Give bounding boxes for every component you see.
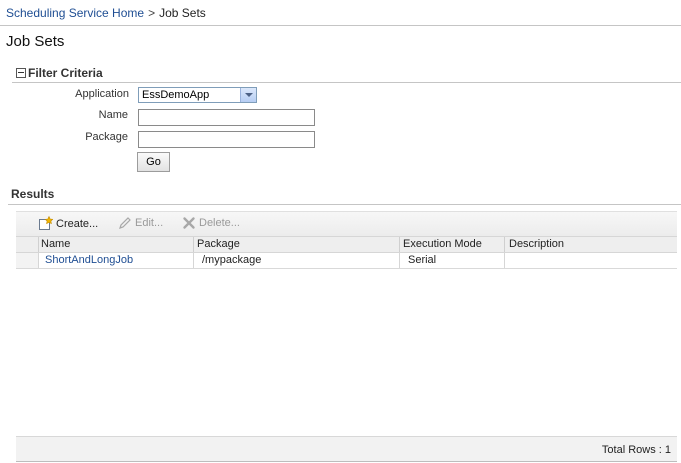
create-button[interactable]: Create...: [38, 216, 98, 231]
cell-divider: [399, 253, 400, 268]
column-divider: [504, 237, 505, 252]
results-divider: [8, 204, 681, 205]
cell-divider: [193, 253, 194, 268]
table-row[interactable]: ShortAndLongJob /mypackage Serial: [16, 253, 677, 269]
name-input[interactable]: [138, 109, 315, 126]
top-divider: [0, 25, 681, 26]
total-rows: Total Rows : 1: [601, 444, 671, 456]
application-select-value: EssDemoApp: [142, 89, 210, 101]
page-title: Job Sets: [6, 33, 65, 50]
column-divider: [193, 237, 194, 252]
filter-criteria-header[interactable]: Filter Criteria: [16, 66, 103, 80]
row-header-column: [16, 237, 39, 252]
results-title: Results: [11, 187, 55, 201]
breadcrumb-separator: >: [148, 6, 156, 20]
create-icon: [39, 216, 53, 230]
delete-icon: [183, 217, 195, 229]
package-label: Package: [85, 131, 128, 143]
column-header-description[interactable]: Description: [509, 238, 564, 250]
job-set-execution-mode: Serial: [408, 254, 437, 266]
filter-criteria-title: Filter Criteria: [28, 66, 103, 80]
chevron-down-icon[interactable]: [240, 88, 256, 102]
results-toolbar: Create... Edit... Delete...: [16, 211, 677, 236]
create-label: Create...: [56, 217, 99, 230]
breadcrumb: Scheduling Service Home > Job Sets: [6, 6, 206, 20]
breadcrumb-home-link[interactable]: Scheduling Service Home: [6, 6, 144, 20]
filter-divider: [12, 82, 681, 83]
edit-button[interactable]: Edit...: [118, 216, 163, 230]
cell-divider: [504, 253, 505, 268]
column-header-name[interactable]: Name: [41, 238, 70, 250]
row-selector[interactable]: [16, 253, 39, 268]
package-input[interactable]: [138, 131, 315, 148]
job-set-package: /mypackage: [202, 254, 262, 266]
job-set-name-link[interactable]: ShortAndLongJob: [45, 254, 133, 266]
breadcrumb-current: Job Sets: [159, 6, 206, 20]
application-select[interactable]: EssDemoApp: [138, 87, 257, 103]
delete-button[interactable]: Delete...: [182, 216, 240, 230]
name-label: Name: [98, 109, 128, 121]
pencil-icon: [119, 217, 131, 229]
column-header-package[interactable]: Package: [197, 238, 240, 250]
edit-label: Edit...: [135, 217, 164, 229]
table-footer: Total Rows : 1: [16, 436, 677, 462]
table-header: Name Package Execution Mode Description: [16, 236, 677, 253]
application-label: Application: [75, 88, 129, 100]
column-divider: [399, 237, 400, 252]
column-header-execution-mode[interactable]: Execution Mode: [403, 238, 482, 250]
collapse-icon[interactable]: [16, 68, 26, 78]
go-button[interactable]: Go: [137, 152, 170, 172]
delete-label: Delete...: [199, 217, 240, 229]
